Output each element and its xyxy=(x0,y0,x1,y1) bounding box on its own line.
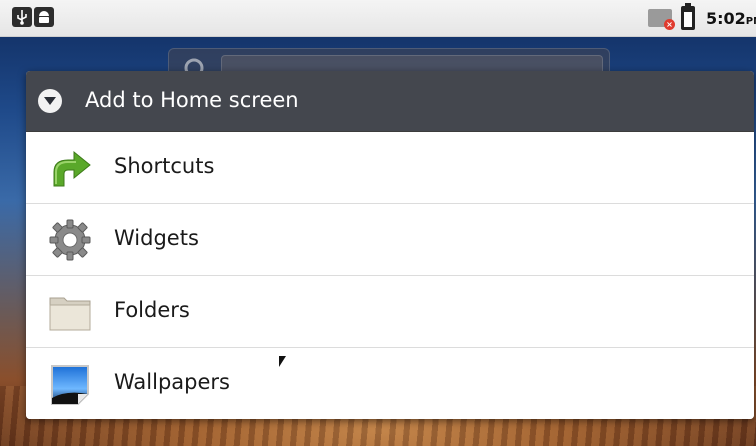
status-bar: × 5:02PM xyxy=(0,0,756,37)
chevron-down-circle-icon xyxy=(38,89,62,113)
wallpaper-picture-icon xyxy=(51,365,89,405)
menu-item-label: Wallpapers xyxy=(114,370,230,394)
gear-widget-icon xyxy=(49,219,91,261)
status-clock: 5:02PM xyxy=(706,9,756,28)
menu-item-widgets[interactable]: Widgets xyxy=(26,204,754,276)
menu-item-label: Folders xyxy=(114,298,190,322)
usb-icon xyxy=(12,7,32,27)
folder-icon xyxy=(49,297,91,331)
dialog-title: Add to Home screen xyxy=(85,88,299,112)
mouse-cursor xyxy=(279,356,286,367)
menu-item-wallpapers[interactable]: Wallpapers xyxy=(26,348,754,419)
menu-item-label: Widgets xyxy=(114,226,199,250)
green-arrow-shortcut-icon xyxy=(53,150,91,187)
no-sim-icon: × xyxy=(648,9,675,30)
menu-item-folders[interactable]: Folders xyxy=(26,276,754,348)
menu-item-label: Shortcuts xyxy=(114,154,215,178)
menu-item-shortcuts[interactable]: Shortcuts xyxy=(26,132,754,204)
add-to-home-dialog: Add to Home screen Shortcuts Widgets Fol… xyxy=(26,71,754,419)
clock-time: 5:02 xyxy=(706,9,746,28)
battery-icon xyxy=(681,3,695,30)
android-debug-icon xyxy=(34,7,54,27)
clock-ampm: PM xyxy=(745,16,756,27)
dialog-header: Add to Home screen xyxy=(26,71,754,132)
